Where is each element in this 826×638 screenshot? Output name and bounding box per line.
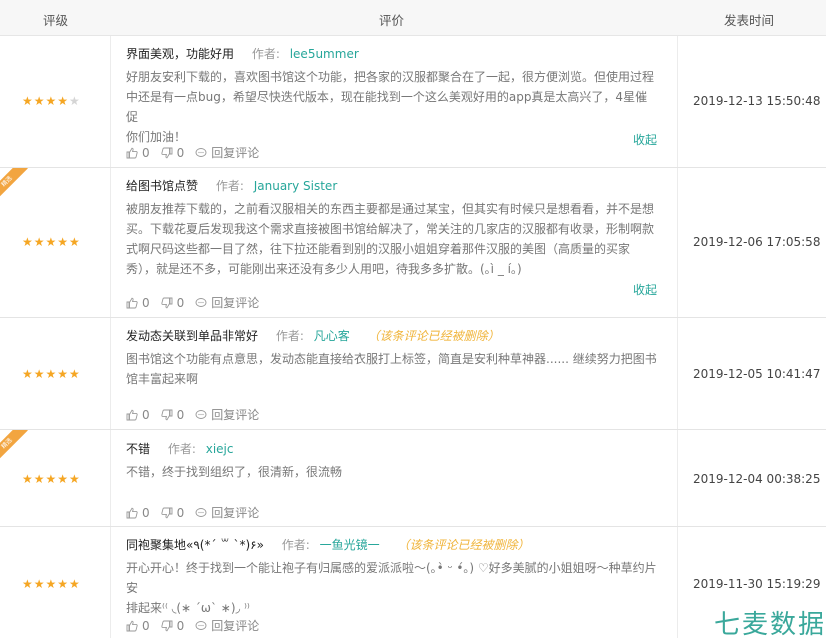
review-time: 2019-12-13 15:50:48: [693, 94, 821, 108]
author-link[interactable]: January Sister: [254, 179, 338, 193]
review-time: 2019-11-30 15:19:29: [693, 577, 821, 591]
review-body: 好朋友安利下载的，喜欢图书馆这个功能，把各家的汉服都聚合在了一起，很方便浏览。但…: [126, 70, 655, 144]
thumbs-up-icon: [126, 507, 138, 518]
comment-icon: [195, 507, 207, 517]
star-rating: ★★★★★: [22, 94, 81, 108]
deleted-notice: （该条评论已经被删除）: [397, 538, 530, 552]
review-body: 开心开心！终于找到一个能让袍子有归属感的爱派派啦～(｡•̀ ᵕ •́｡) ♡好多…: [126, 561, 657, 615]
thumbs-down-icon: [161, 620, 173, 631]
reply-button[interactable]: 回复评论: [195, 504, 259, 521]
like-button[interactable]: 0: [126, 619, 150, 633]
star-rating: ★★★★★: [22, 235, 81, 249]
thumbs-down-icon: [161, 297, 173, 308]
review-actions: 0 0 回复评论: [126, 504, 270, 521]
review-title: 界面美观，功能好用: [126, 47, 235, 61]
like-button[interactable]: 0: [126, 408, 150, 422]
author-label: 作者:: [281, 538, 310, 552]
review-row: ★★★★★ 同袍聚集地«٩(*´ ꒳ `*)۶» 作者: 一鱼光镜一 （该条评论…: [0, 527, 826, 638]
dislike-button[interactable]: 0: [161, 146, 184, 160]
review-actions: 0 0 回复评论: [126, 144, 270, 161]
reply-button[interactable]: 回复评论: [195, 617, 259, 634]
dislike-button[interactable]: 0: [161, 619, 184, 633]
reply-button[interactable]: 回复评论: [195, 294, 259, 311]
thumbs-up-icon: [126, 620, 138, 631]
review-body: 被朋友推荐下载的，之前看汉服相关的东西主要都是通过某宝，但其实有时候只是想看看，…: [126, 202, 655, 276]
featured-ribbon: 精选: [0, 168, 29, 202]
review-actions: 0 0 回复评论: [126, 294, 270, 311]
dislike-button[interactable]: 0: [161, 506, 184, 520]
comment-icon: [195, 620, 207, 630]
collapse-link[interactable]: 收起: [633, 281, 657, 298]
thumbs-down-icon: [161, 507, 173, 518]
review-row: ★★★★★ 界面美观，功能好用 作者: lee5ummer 好朋友安利下载的，喜…: [0, 36, 826, 168]
deleted-notice: （该条评论已经被删除）: [367, 329, 500, 343]
author-label: 作者:: [275, 329, 304, 343]
review-title: 给图书馆点赞: [126, 179, 199, 193]
review-time: 2019-12-04 00:38:25: [693, 472, 821, 486]
author-link[interactable]: 一鱼光镜一: [320, 538, 380, 552]
author-label: 作者:: [215, 179, 244, 193]
table-header: 评级 评价 发表时间: [0, 0, 826, 36]
reply-button[interactable]: 回复评论: [195, 406, 259, 423]
comment-icon: [195, 297, 207, 307]
review-actions: 0 0 回复评论: [126, 617, 270, 634]
author-label: 作者:: [251, 47, 280, 61]
author-link[interactable]: lee5ummer: [290, 47, 359, 61]
review-actions: 0 0 回复评论: [126, 406, 270, 423]
review-time: 2019-12-06 17:05:58: [693, 235, 821, 249]
review-title: 不错: [126, 442, 151, 456]
dislike-button[interactable]: 0: [161, 408, 184, 422]
review-body: 不错，终于找到组织了，很清新，很流畅: [126, 465, 343, 479]
review-body: 图书馆这个功能有点意思，发动态能直接给衣服打上标签，简直是安利种草神器.....…: [126, 352, 657, 386]
column-header-review: 评价: [379, 13, 405, 28]
author-link[interactable]: xiejc: [206, 442, 234, 456]
star-rating: ★★★★★: [22, 577, 81, 591]
column-header-rating: 评级: [43, 13, 69, 28]
featured-ribbon: 精选: [0, 430, 29, 464]
thumbs-up-icon: [126, 147, 138, 158]
thumbs-down-icon: [161, 409, 173, 420]
author-label: 作者:: [167, 442, 196, 456]
comment-icon: [195, 409, 207, 419]
review-time: 2019-12-05 10:41:47: [693, 367, 821, 381]
thumbs-up-icon: [126, 297, 138, 308]
dislike-button[interactable]: 0: [161, 296, 184, 310]
watermark-logo: 七麦数据: [714, 610, 826, 638]
like-button[interactable]: 0: [126, 146, 150, 160]
review-title: 发动态关联到单品非常好: [126, 329, 259, 343]
collapse-link[interactable]: 收起: [633, 131, 657, 148]
thumbs-down-icon: [161, 147, 173, 158]
like-button[interactable]: 0: [126, 506, 150, 520]
review-row: 精选 ★★★★★ 不错 作者: xiejc 不错，终于找到组织了，很清新，很流畅…: [0, 430, 826, 527]
reply-button[interactable]: 回复评论: [195, 144, 259, 161]
review-row: 精选 ★★★★★ 给图书馆点赞 作者: January Sister 被朋友推荐…: [0, 168, 826, 318]
star-rating: ★★★★★: [22, 472, 81, 486]
like-button[interactable]: 0: [126, 296, 150, 310]
thumbs-up-icon: [126, 409, 138, 420]
column-header-time: 发表时间: [724, 13, 775, 28]
star-rating: ★★★★★: [22, 367, 81, 381]
review-row: ★★★★★ 发动态关联到单品非常好 作者: 凡心客 （该条评论已经被删除） 图书…: [0, 318, 826, 430]
review-title: 同袍聚集地«٩(*´ ꒳ `*)۶»: [126, 538, 264, 552]
author-link[interactable]: 凡心客: [314, 329, 350, 343]
comment-icon: [195, 147, 207, 157]
